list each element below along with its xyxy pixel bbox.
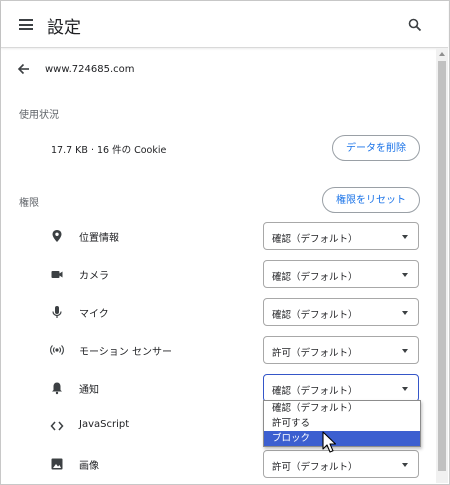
dropdown-caret-icon	[402, 311, 408, 315]
location-pin-icon	[52, 230, 62, 242]
permission-label: 通知	[79, 385, 99, 396]
permission-row-camera: カメラ 確認（デフォルト）	[1, 255, 435, 293]
camera-icon	[51, 271, 63, 278]
select-value: 確認（デフォルト）	[272, 272, 358, 283]
permission-row-location: 位置情報 確認（デフォルト）	[1, 217, 435, 255]
notifications-dropdown-list: 確認（デフォルト） 許可する ブロック	[263, 400, 421, 447]
select-value: 確認（デフォルト）	[272, 386, 358, 397]
permission-row-images: 画像 許可（デフォルト）	[1, 445, 435, 483]
image-icon	[51, 458, 63, 470]
reset-permissions-button[interactable]: 権限をリセット	[322, 187, 420, 213]
microphone-permission-select[interactable]: 確認（デフォルト）	[263, 298, 419, 326]
microphone-icon	[52, 306, 62, 318]
select-value: 許可（デフォルト）	[272, 348, 358, 359]
select-value: 確認（デフォルト）	[272, 310, 358, 321]
scrollbar[interactable]	[436, 48, 448, 483]
hamburger-menu-icon[interactable]	[19, 19, 33, 30]
permission-label: モーション センサー	[79, 347, 172, 358]
site-url: www.724685.com	[45, 64, 135, 75]
page-title: 設定	[47, 18, 81, 38]
location-permission-select[interactable]: 確認（デフォルト）	[263, 222, 419, 250]
camera-permission-select[interactable]: 確認（デフォルト）	[263, 260, 419, 288]
bell-icon	[52, 382, 62, 395]
dropdown-option-block[interactable]: ブロック	[264, 431, 420, 446]
search-icon[interactable]	[408, 18, 422, 32]
permission-label: 位置情報	[79, 233, 119, 244]
arrow-back-icon[interactable]	[17, 62, 31, 76]
scrollbar-thumb[interactable]	[438, 61, 446, 471]
permission-label: マイク	[79, 309, 109, 320]
dropdown-option-allow[interactable]: 許可する	[264, 416, 420, 431]
dropdown-caret-icon	[402, 349, 408, 353]
notifications-permission-select[interactable]: 確認（デフォルト）	[263, 374, 419, 402]
usage-summary: 17.7 KB · 16 件の Cookie	[51, 145, 167, 156]
top-bar: 設定	[1, 1, 448, 48]
permissions-section-label: 権限	[19, 198, 39, 209]
select-value: 許可（デフォルト）	[272, 462, 358, 473]
dropdown-caret-icon	[402, 273, 408, 277]
dropdown-caret-icon	[402, 235, 408, 239]
dropdown-caret-icon	[402, 387, 408, 391]
permission-label: 画像	[79, 461, 99, 472]
permission-label: JavaScript	[79, 419, 130, 430]
images-permission-select[interactable]: 許可（デフォルト）	[263, 450, 419, 478]
permission-row-microphone: マイク 確認（デフォルト）	[1, 293, 435, 331]
permission-row-motion-sensor: モーション センサー 許可（デフォルト）	[1, 331, 435, 369]
permission-label: カメラ	[79, 271, 109, 282]
usage-section-label: 使用状況	[19, 110, 59, 121]
motion-sensor-icon	[50, 345, 64, 355]
clear-data-button[interactable]: データを削除	[332, 135, 420, 161]
dropdown-caret-icon	[402, 463, 408, 467]
code-icon	[50, 421, 64, 431]
select-value: 確認（デフォルト）	[272, 234, 358, 245]
motion-sensor-permission-select[interactable]: 許可（デフォルト）	[263, 336, 419, 364]
dropdown-option-ask[interactable]: 確認（デフォルト）	[264, 401, 420, 416]
scroll-up-arrow-icon[interactable]	[439, 52, 445, 56]
mouse-cursor-icon	[322, 431, 337, 453]
